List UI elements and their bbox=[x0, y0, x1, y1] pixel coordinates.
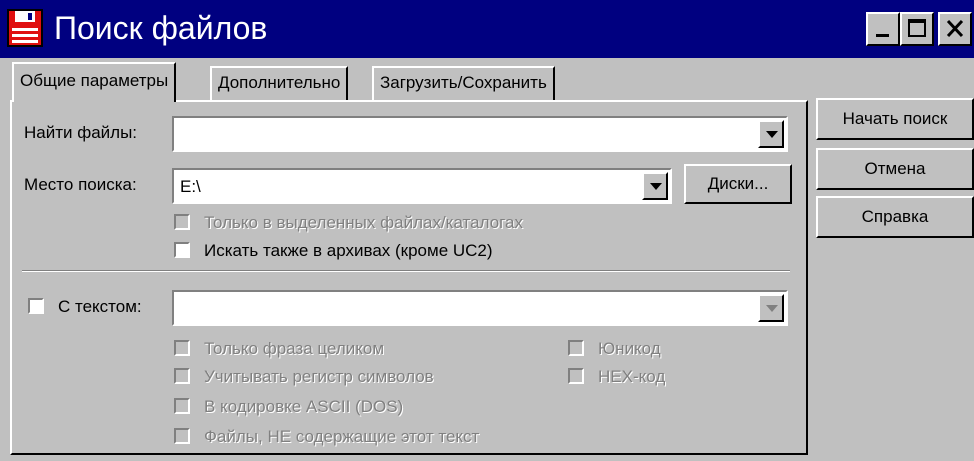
search-location-combo[interactable]: E:\ bbox=[172, 168, 672, 204]
not-containing-label: Файлы, НЕ содержащие этот текст bbox=[204, 427, 480, 446]
case-sensitive-label: Учитывать регистр символов bbox=[204, 367, 434, 386]
maximize-button[interactable] bbox=[900, 12, 934, 46]
start-search-button[interactable]: Начать поиск bbox=[816, 98, 974, 140]
with-text-combo[interactable] bbox=[172, 290, 788, 326]
separator bbox=[22, 270, 790, 272]
chevron-down-icon bbox=[766, 305, 778, 312]
search-archives-checkbox-box[interactable] bbox=[174, 242, 190, 258]
close-icon bbox=[946, 19, 964, 38]
chevron-down-icon bbox=[650, 183, 662, 190]
not-containing-checkbox-box[interactable] bbox=[174, 428, 190, 444]
only-selected-checkbox-box[interactable] bbox=[174, 214, 190, 230]
tab-general-label: Общие параметры bbox=[20, 71, 169, 90]
search-location-value: E:\ bbox=[180, 177, 201, 196]
unicode-checkbox-box[interactable] bbox=[568, 340, 584, 356]
chevron-down-icon bbox=[766, 131, 778, 138]
unicode-label: Юникод bbox=[598, 339, 661, 358]
floppy-disk-icon bbox=[7, 9, 43, 47]
close-button[interactable] bbox=[938, 12, 972, 46]
tab-general[interactable]: Общие параметры bbox=[12, 62, 177, 102]
help-button[interactable]: Справка bbox=[816, 196, 974, 238]
search-location-label: Место поиска: bbox=[24, 175, 137, 194]
drives-button[interactable]: Диски... bbox=[684, 164, 792, 204]
whole-phrase-checkbox-box[interactable] bbox=[174, 340, 190, 356]
find-files-combo[interactable] bbox=[172, 116, 788, 152]
tab-load-save-label: Загрузить/Сохранить bbox=[380, 73, 547, 92]
hex-checkbox-box[interactable] bbox=[568, 368, 584, 384]
tab-panel bbox=[10, 100, 808, 455]
whole-phrase-label: Только фраза целиком bbox=[204, 339, 385, 358]
cancel-button[interactable]: Отмена bbox=[816, 148, 974, 190]
find-files-dropdown-button[interactable] bbox=[758, 120, 784, 148]
hex-label: HEX-код bbox=[598, 367, 666, 386]
find-files-label: Найти файлы: bbox=[24, 123, 138, 142]
ascii-checkbox-box[interactable] bbox=[174, 398, 190, 414]
minimize-icon bbox=[876, 34, 889, 37]
only-selected-label: Только в выделенных файлах/каталогах bbox=[204, 213, 523, 232]
tab-advanced[interactable]: Дополнительно bbox=[210, 66, 349, 100]
maximize-icon bbox=[908, 19, 926, 37]
tab-advanced-label: Дополнительно bbox=[218, 73, 341, 92]
search-location-dropdown-button[interactable] bbox=[642, 172, 668, 200]
title-bar: Поиск файлов bbox=[0, 0, 974, 58]
search-archives-label: Искать также в архивах (кроме UC2) bbox=[204, 241, 493, 260]
with-text-dropdown-button[interactable] bbox=[758, 294, 784, 322]
with-text-checkbox-box[interactable] bbox=[28, 298, 44, 314]
minimize-button[interactable] bbox=[866, 12, 900, 46]
tab-load-save[interactable]: Загрузить/Сохранить bbox=[372, 66, 555, 100]
case-sensitive-checkbox-box[interactable] bbox=[174, 368, 190, 384]
ascii-label: В кодировке ASCII (DOS) bbox=[204, 397, 404, 416]
with-text-label: С текстом: bbox=[58, 297, 142, 316]
window-title: Поиск файлов bbox=[54, 10, 268, 46]
